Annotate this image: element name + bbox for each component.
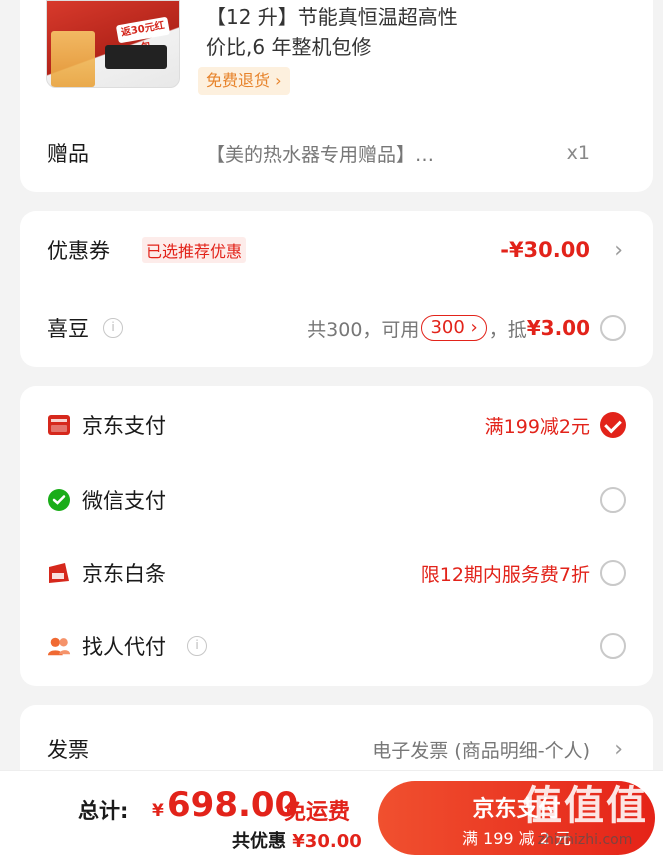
watermark-logo: 值值值 [522,783,648,829]
jingdou-label: 喜豆 [47,317,89,341]
payment-label: 京东白条 [82,562,166,586]
jingdou-radio[interactable] [600,315,626,341]
jingdou-amount-selector[interactable]: 300 › [421,315,487,341]
thumb-badge: 返30元红包 [115,16,171,54]
jd-pay-icon [48,415,70,435]
jingdou-detail: 共300，可用 300 › ，抵 ¥3.00 [307,315,590,342]
coupon-row[interactable]: 优惠券 已选推荐优惠 -¥30.00 › [20,230,653,270]
product-title[interactable]: 【12 升】节能真恒温超高性 价比,6 年整机包修 [206,2,626,62]
invoice-row[interactable]: 发票 电子发票 (商品明细-个人) › [20,729,653,769]
payment-option-wechat-pay[interactable]: 微信支付 [20,480,653,520]
thumb-strip [51,31,95,87]
saved-amount: ¥30.00 [292,831,362,852]
jingdou-text-mid: ，抵 [488,318,527,341]
coupon-recommend-badge: 已选推荐优惠 [142,237,247,263]
payment-radio[interactable] [600,487,626,513]
info-icon[interactable]: i [187,636,207,656]
total-currency: ¥ [152,801,164,821]
product-thumbnail[interactable]: 返30元红包 [46,0,180,88]
chevron-right-icon: › [614,237,623,263]
coupon-label: 优惠券 [47,239,110,263]
thumb-heater-panel [105,45,167,69]
payment-option-baitiao[interactable]: 京东白条 限12期内服务费7折 [20,553,653,593]
payment-label: 找人代付 [82,635,166,659]
jingdou-text-prefix: 共300，可用 [307,318,420,341]
payment-option-friend-pay[interactable]: 找人代付 i [20,626,653,666]
jingdou-row: 喜豆 i 共300，可用 300 › ，抵 ¥3.00 [20,308,653,348]
product-title-line2: 价比,6 年整机包修 [206,35,372,59]
baitiao-icon [49,563,69,583]
product-card: 返30元红包 【12 升】节能真恒温超高性 价比,6 年整机包修 免费退货 › … [20,0,653,192]
product-title-line1: 【12 升】节能真恒温超高性 [206,5,458,29]
gift-label: 赠品 [47,142,89,166]
payment-promo: 限12期内服务费7折 [420,563,590,586]
payment-option-jd-pay[interactable]: 京东支付 满199减2元 [20,405,653,445]
jingdou-deduct-amount: ¥3.00 [526,316,590,340]
invoice-value: 电子发票 (商品明细-个人) [372,739,590,762]
coupon-card: 优惠券 已选推荐优惠 -¥30.00 › 喜豆 i 共300，可用 300 › … [20,211,653,367]
total-label: 总计: [78,799,129,823]
payment-promo: 满199减2元 [484,415,590,438]
free-return-tag[interactable]: 免费退货 › [198,67,290,95]
payment-radio[interactable] [600,633,626,659]
free-shipping-label: 免运费 [284,800,351,825]
payment-radio[interactable] [600,560,626,586]
gift-row[interactable]: 赠品 【美的热水器专用赠品】… x1 [20,133,653,173]
gift-quantity: x1 [566,142,590,164]
total-amount: 698.00 [167,785,299,825]
info-icon[interactable]: i [103,318,123,338]
saved-prefix: 共优惠 [232,831,286,852]
coupon-amount: -¥30.00 [500,238,590,262]
payment-label: 京东支付 [82,414,166,438]
payment-card: 京东支付 满199减2元 微信支付 京东白条 限12期内服务费7折 找人代付 i [20,386,653,686]
gift-value: 【美的热水器专用赠品】… [206,143,435,166]
chevron-right-icon: › [614,736,623,762]
payment-label: 微信支付 [82,489,166,513]
total-saved: 共优惠 ¥30.00 [232,827,362,853]
watermark: 值值值 zhizhizhi.com [510,780,660,867]
invoice-label: 发票 [47,738,89,762]
payment-radio-checked[interactable] [600,412,626,438]
watermark-url: zhizhizhi.com [537,832,633,848]
wechat-pay-icon [48,489,70,511]
friend-pay-icon [47,637,71,656]
